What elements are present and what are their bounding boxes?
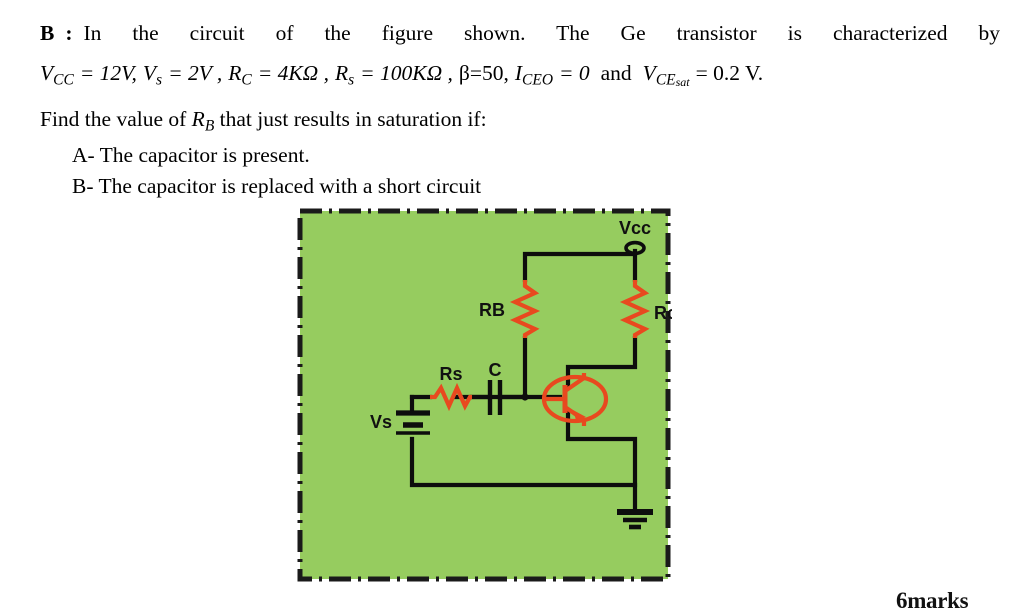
rc-value: = 4KΩ , (258, 61, 329, 85)
question-line-1-text: In the circuit of the figure shown. The … (84, 21, 1000, 45)
question-line-2-parameters: VCC= 12V,Vs= 2V ,RC= 4KΩ ,Rs= 100KΩ ,β=5… (40, 58, 1002, 91)
marks-label: 6marks (896, 588, 968, 614)
vcc-value: = 12V, (80, 61, 137, 85)
label-rc: Rc (654, 303, 672, 323)
option-a: A- The capacitor is present. (72, 140, 310, 171)
vs-symbol: V (143, 61, 156, 85)
vs-subscript: s (156, 71, 162, 88)
question-line-3: Find the value of RB that just results i… (40, 104, 487, 137)
vcesat-subscript2: sat (676, 75, 690, 89)
vcc-subscript: CC (53, 71, 74, 88)
vs-value: = 2V , (168, 61, 222, 85)
and-word: and (601, 61, 632, 85)
label-vcc: Vcc (619, 218, 651, 238)
rs-subscript: s (348, 71, 354, 88)
question-separator: : (65, 21, 72, 45)
line3-suffix: that just results in saturation if: (214, 107, 486, 131)
question-label: B (40, 21, 54, 45)
vcc-symbol: V (40, 61, 53, 85)
label-rs: Rs (439, 364, 462, 384)
question-line-1: B: In the circuit of the figure shown. Th… (40, 18, 1000, 49)
vcesat-symbol: V (643, 61, 656, 85)
rb-subscript: B (205, 117, 214, 134)
iceo-value: = 0 (559, 61, 590, 85)
base-node-dot (521, 393, 528, 400)
label-capacitor: C (489, 360, 502, 380)
line3-prefix: Find the value of (40, 107, 192, 131)
iceo-symbol: I (515, 61, 522, 85)
label-vs: Vs (370, 412, 392, 432)
rs-symbol: R (335, 61, 348, 85)
vcesat-subscript: CE (656, 71, 676, 88)
option-b: B- The capacitor is replaced with a shor… (72, 171, 481, 202)
label-rb: RB (479, 300, 505, 320)
rc-subscript: C (241, 71, 251, 88)
iceo-subscript: CEO (522, 71, 553, 88)
circuit-figure: Vcc RB Rc Rs C Vs (296, 207, 672, 583)
vcesat-value: = 0.2 V. (696, 61, 764, 85)
beta-value: β=50, (459, 61, 509, 85)
rb-symbol: R (192, 107, 205, 131)
rs-value: = 100KΩ , (360, 61, 453, 85)
rc-symbol: R (228, 61, 241, 85)
